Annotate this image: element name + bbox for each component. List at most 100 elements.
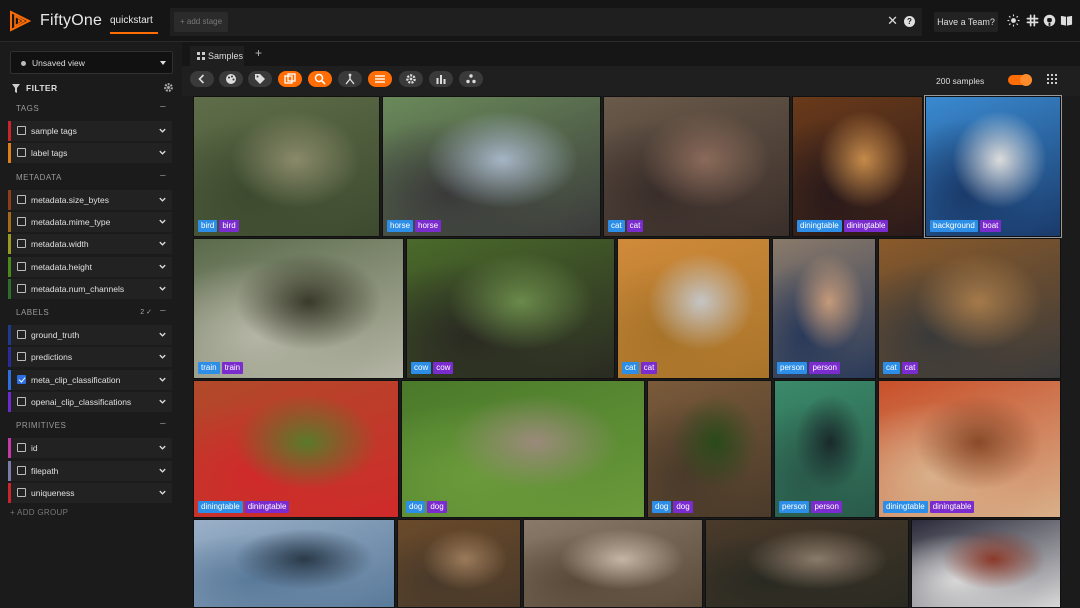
chevron-down-icon[interactable]	[158, 488, 167, 497]
sample-tile[interactable]: person person	[774, 380, 876, 518]
add-group-button[interactable]: + ADD GROUP	[10, 508, 68, 517]
sun-icon[interactable]	[1007, 14, 1020, 27]
sample-tile[interactable]: cat cat	[617, 238, 770, 379]
dataset-selector[interactable]: quickstart	[110, 15, 153, 26]
fiftyone-logo-icon[interactable]	[8, 9, 32, 33]
field-checkbox[interactable]	[17, 465, 26, 475]
collapse-icon[interactable]: −	[160, 305, 166, 317]
tab-samples[interactable]: Samples	[190, 46, 244, 66]
field-checkbox[interactable]	[17, 397, 26, 406]
sample-tile[interactable]	[397, 519, 521, 608]
sample-tile[interactable]: diningtable diningtable	[878, 380, 1061, 518]
gear-icon[interactable]	[163, 82, 174, 93]
field-row[interactable]: label tags	[8, 143, 172, 164]
chevron-down-icon[interactable]	[158, 217, 167, 226]
field-checkbox[interactable]	[17, 126, 26, 135]
collapse-icon[interactable]: −	[160, 170, 166, 182]
view-label: Unsaved view	[32, 58, 85, 68]
help-icon[interactable]: ?	[904, 16, 915, 27]
field-checkbox[interactable]	[17, 261, 26, 271]
sample-tile[interactable]	[705, 519, 909, 608]
group-header-3[interactable]: PRIMITIVES −	[8, 415, 172, 435]
chevron-down-icon[interactable]	[158, 239, 167, 248]
chevron-down-icon[interactable]	[158, 352, 167, 361]
sample-tile[interactable]: person person	[772, 238, 876, 379]
field-checkbox[interactable]	[17, 216, 26, 226]
chevron-down-icon[interactable]	[158, 330, 167, 339]
group-header-2[interactable]: LABELS 2 ✓ −	[8, 302, 172, 322]
field-checkbox[interactable]	[17, 148, 26, 158]
chevron-down-icon[interactable]	[158, 375, 167, 384]
group-header-0[interactable]: TAGS −	[8, 98, 172, 118]
add-tab-icon[interactable]: +	[255, 46, 262, 60]
sample-tile[interactable]: dog dog	[401, 380, 645, 518]
list-view-button[interactable]	[368, 71, 392, 87]
sample-tile[interactable]	[193, 519, 395, 608]
histogram-button[interactable]	[429, 71, 453, 87]
patches-button[interactable]	[278, 71, 302, 87]
sample-tile[interactable]: cat cat	[603, 96, 790, 237]
sample-tile[interactable]: diningtable diningtable	[193, 380, 399, 518]
docs-icon[interactable]	[1060, 14, 1073, 27]
chevron-down-icon[interactable]	[158, 126, 167, 135]
settings-button[interactable]	[399, 71, 423, 87]
chevron-down-icon[interactable]	[158, 397, 167, 406]
chevron-down-icon[interactable]	[158, 466, 167, 475]
sample-tile[interactable]: cat cat	[878, 238, 1061, 379]
chevron-down-icon[interactable]	[158, 443, 167, 452]
slack-icon[interactable]	[1026, 14, 1039, 27]
field-row[interactable]: predictions	[8, 347, 172, 368]
group-header-1[interactable]: METADATA −	[8, 167, 172, 187]
sample-tile[interactable]: diningtable diningtable	[792, 96, 923, 237]
field-checkbox[interactable]	[17, 283, 26, 293]
grid-size-icon[interactable]	[1047, 74, 1057, 84]
have-a-team-button[interactable]: Have a Team?	[934, 12, 998, 32]
field-row[interactable]: uniqueness	[8, 482, 172, 503]
field-checkbox[interactable]	[17, 330, 26, 340]
sample-tile[interactable]	[523, 519, 703, 608]
field-checkbox[interactable]	[17, 352, 26, 362]
chevron-down-icon[interactable]	[158, 284, 167, 293]
field-row[interactable]: sample tags	[8, 121, 172, 141]
field-checkbox[interactable]	[17, 443, 26, 453]
field-checkbox[interactable]	[17, 239, 26, 249]
sample-tile[interactable]	[911, 519, 1061, 608]
chevron-down-icon[interactable]	[158, 148, 167, 157]
view-selector[interactable]: Unsaved view	[10, 51, 173, 74]
chevron-down-icon[interactable]	[158, 195, 167, 204]
sample-tile[interactable]: train train	[193, 238, 404, 379]
field-row[interactable]: meta_clip_classification	[8, 369, 172, 390]
embeddings-button[interactable]	[338, 71, 362, 87]
field-checkbox[interactable]	[17, 194, 26, 204]
sidebar-toggle[interactable]	[1008, 74, 1032, 86]
collapse-icon[interactable]: −	[160, 418, 166, 430]
view-bar[interactable]: + add stage ✕ ?	[170, 8, 922, 36]
similarity-button[interactable]	[308, 71, 332, 87]
embeddings-plot-button[interactable]	[459, 71, 483, 87]
field-checkbox[interactable]	[17, 374, 26, 384]
sample-tile[interactable]: background boat	[924, 95, 1062, 238]
field-row[interactable]: metadata.size_bytes	[8, 189, 172, 210]
sample-tile[interactable]: horse horse	[382, 96, 601, 237]
color-scheme-button[interactable]	[219, 71, 243, 87]
chevron-down-icon[interactable]	[158, 262, 167, 271]
field-row[interactable]: metadata.num_channels	[8, 278, 172, 299]
sample-tile[interactable]: dog dog	[647, 380, 772, 518]
field-row[interactable]: metadata.height	[8, 256, 172, 277]
field-row[interactable]: metadata.mime_type	[8, 211, 172, 232]
collapse-icon[interactable]: −	[160, 101, 166, 113]
sample-tile[interactable]: bird bird	[193, 96, 380, 237]
chevron-down-icon[interactable]	[160, 61, 166, 65]
github-icon[interactable]	[1043, 14, 1056, 27]
back-button[interactable]	[190, 71, 214, 87]
field-row[interactable]: ground_truth	[8, 325, 172, 346]
sample-tile[interactable]: cow cow	[406, 238, 615, 379]
field-checkbox[interactable]	[17, 487, 26, 497]
field-row[interactable]: openai_clip_classifications	[8, 392, 172, 412]
field-row[interactable]: filepath	[8, 460, 172, 481]
field-row[interactable]: metadata.width	[8, 234, 172, 255]
tag-button[interactable]	[248, 71, 272, 87]
add-stage-input[interactable]: + add stage	[174, 12, 229, 32]
close-icon[interactable]: ✕	[887, 14, 898, 28]
field-row[interactable]: id	[8, 438, 172, 459]
